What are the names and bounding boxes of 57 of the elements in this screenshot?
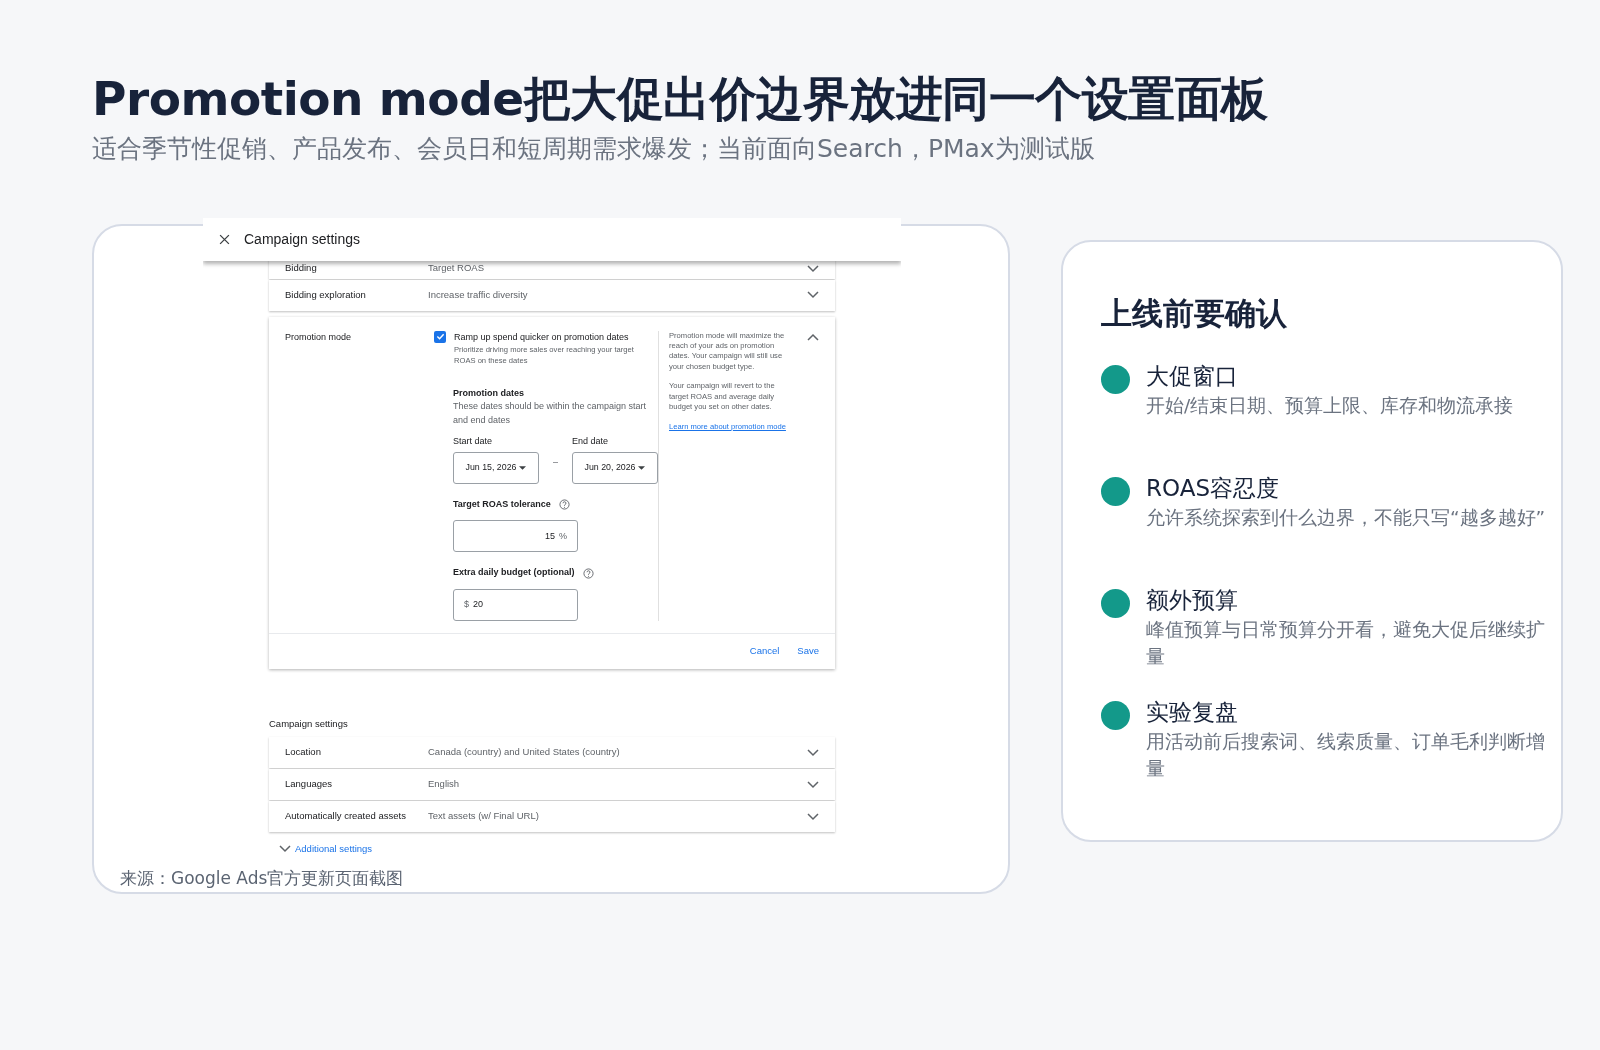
field-label: Extra daily budget (optional) xyxy=(453,566,575,580)
chevron-down-icon[interactable] xyxy=(807,264,819,273)
section-heading: Campaign settings xyxy=(269,716,349,731)
help-icon xyxy=(558,499,570,511)
row-label: Automatically created assets xyxy=(285,809,407,824)
chevron-up-icon[interactable] xyxy=(807,333,819,342)
caret-icon xyxy=(519,465,527,470)
close-icon[interactable] xyxy=(219,233,230,245)
row-label: Languages xyxy=(285,777,334,792)
input-field[interactable]: $ 20 xyxy=(453,588,578,621)
row-label: Location xyxy=(285,745,322,760)
checkbox[interactable] xyxy=(434,330,446,343)
settings-row[interactable]: Automatically created assets Text assets (w/ Final URL) xyxy=(269,801,835,833)
section-heading: Promotion dates xyxy=(453,386,525,400)
row-value: Text assets (w/ Final URL) xyxy=(428,809,540,824)
row-label: Promotion mode xyxy=(285,330,353,344)
row-label: Bidding exploration xyxy=(285,287,367,302)
date-separator: – xyxy=(553,456,558,470)
input-field[interactable]: 15 % xyxy=(453,520,578,553)
checkbox-label: Ramp up spend quicker on promotion dates xyxy=(454,330,630,344)
expand-link[interactable]: Additional settings xyxy=(295,842,373,857)
caret-icon xyxy=(638,465,646,470)
dialog-title: Campaign settings xyxy=(244,229,360,249)
date-dropdown[interactable]: Jun 20, 2026 xyxy=(572,451,658,484)
row-value: English xyxy=(428,777,461,792)
chevron-down-icon[interactable] xyxy=(279,845,291,854)
field-label: End date xyxy=(572,435,610,449)
slide-subtitle: 适合季节性促销、产品发布、会员日和短周期需求爆发；当前面向Search，PMax为测试版 xyxy=(92,133,1096,166)
field-label: Target ROAS tolerance xyxy=(453,497,551,511)
chevron-down-icon[interactable] xyxy=(807,748,819,757)
item-title: 大促窗口 xyxy=(1146,362,1239,392)
source-caption: 来源：Google Ads官方更新页面截图 xyxy=(120,867,405,891)
help-icon xyxy=(582,567,594,579)
row-value: Increase traffic diversity xyxy=(428,287,529,302)
text-button[interactable]: Cancel xyxy=(749,644,780,659)
slide-title: Promotion mode把大促出价边界放进同一个设置面板 xyxy=(92,72,1269,127)
item-title: 实验复盘 xyxy=(1146,697,1239,727)
item-description: 允许系统探索到什么边界，不能只写“越多越好” xyxy=(1146,505,1546,530)
item-description: 用活动前后搜索词、线索质量、订单毛利判断增量 xyxy=(1146,729,1546,782)
date-dropdown[interactable]: Jun 15, 2026 xyxy=(453,451,539,484)
chevron-down-icon[interactable] xyxy=(807,780,819,789)
row-value: Target ROAS xyxy=(428,261,485,276)
item-description: 开始/结束日期、预算上限、库存和物流承接 xyxy=(1146,393,1515,418)
helper-text: These dates should be within the campaign start and end dates xyxy=(453,400,648,427)
chevron-down-icon[interactable] xyxy=(807,812,819,821)
settings-row[interactable]: Bidding exploration Increase traffic diversity xyxy=(269,279,835,311)
item-description: 峰值预算与日常预算分开看，避免大促后继续扩量 xyxy=(1146,617,1546,670)
text-button[interactable]: Save xyxy=(797,644,819,659)
item-title: 额外预算 xyxy=(1146,585,1239,615)
settings-row[interactable]: Languages English xyxy=(269,769,835,801)
row-value: Canada (country) and United States (country) xyxy=(428,745,621,760)
row-label: Bidding xyxy=(285,261,318,276)
checklist-title: 上线前要确认 xyxy=(1101,293,1288,333)
settings-row[interactable]: Location Canada (country) and United States (country) xyxy=(269,737,835,769)
field-label: Start date xyxy=(453,435,494,449)
item-title: ROAS容忍度 xyxy=(1146,473,1280,503)
chevron-down-icon[interactable] xyxy=(807,291,819,300)
